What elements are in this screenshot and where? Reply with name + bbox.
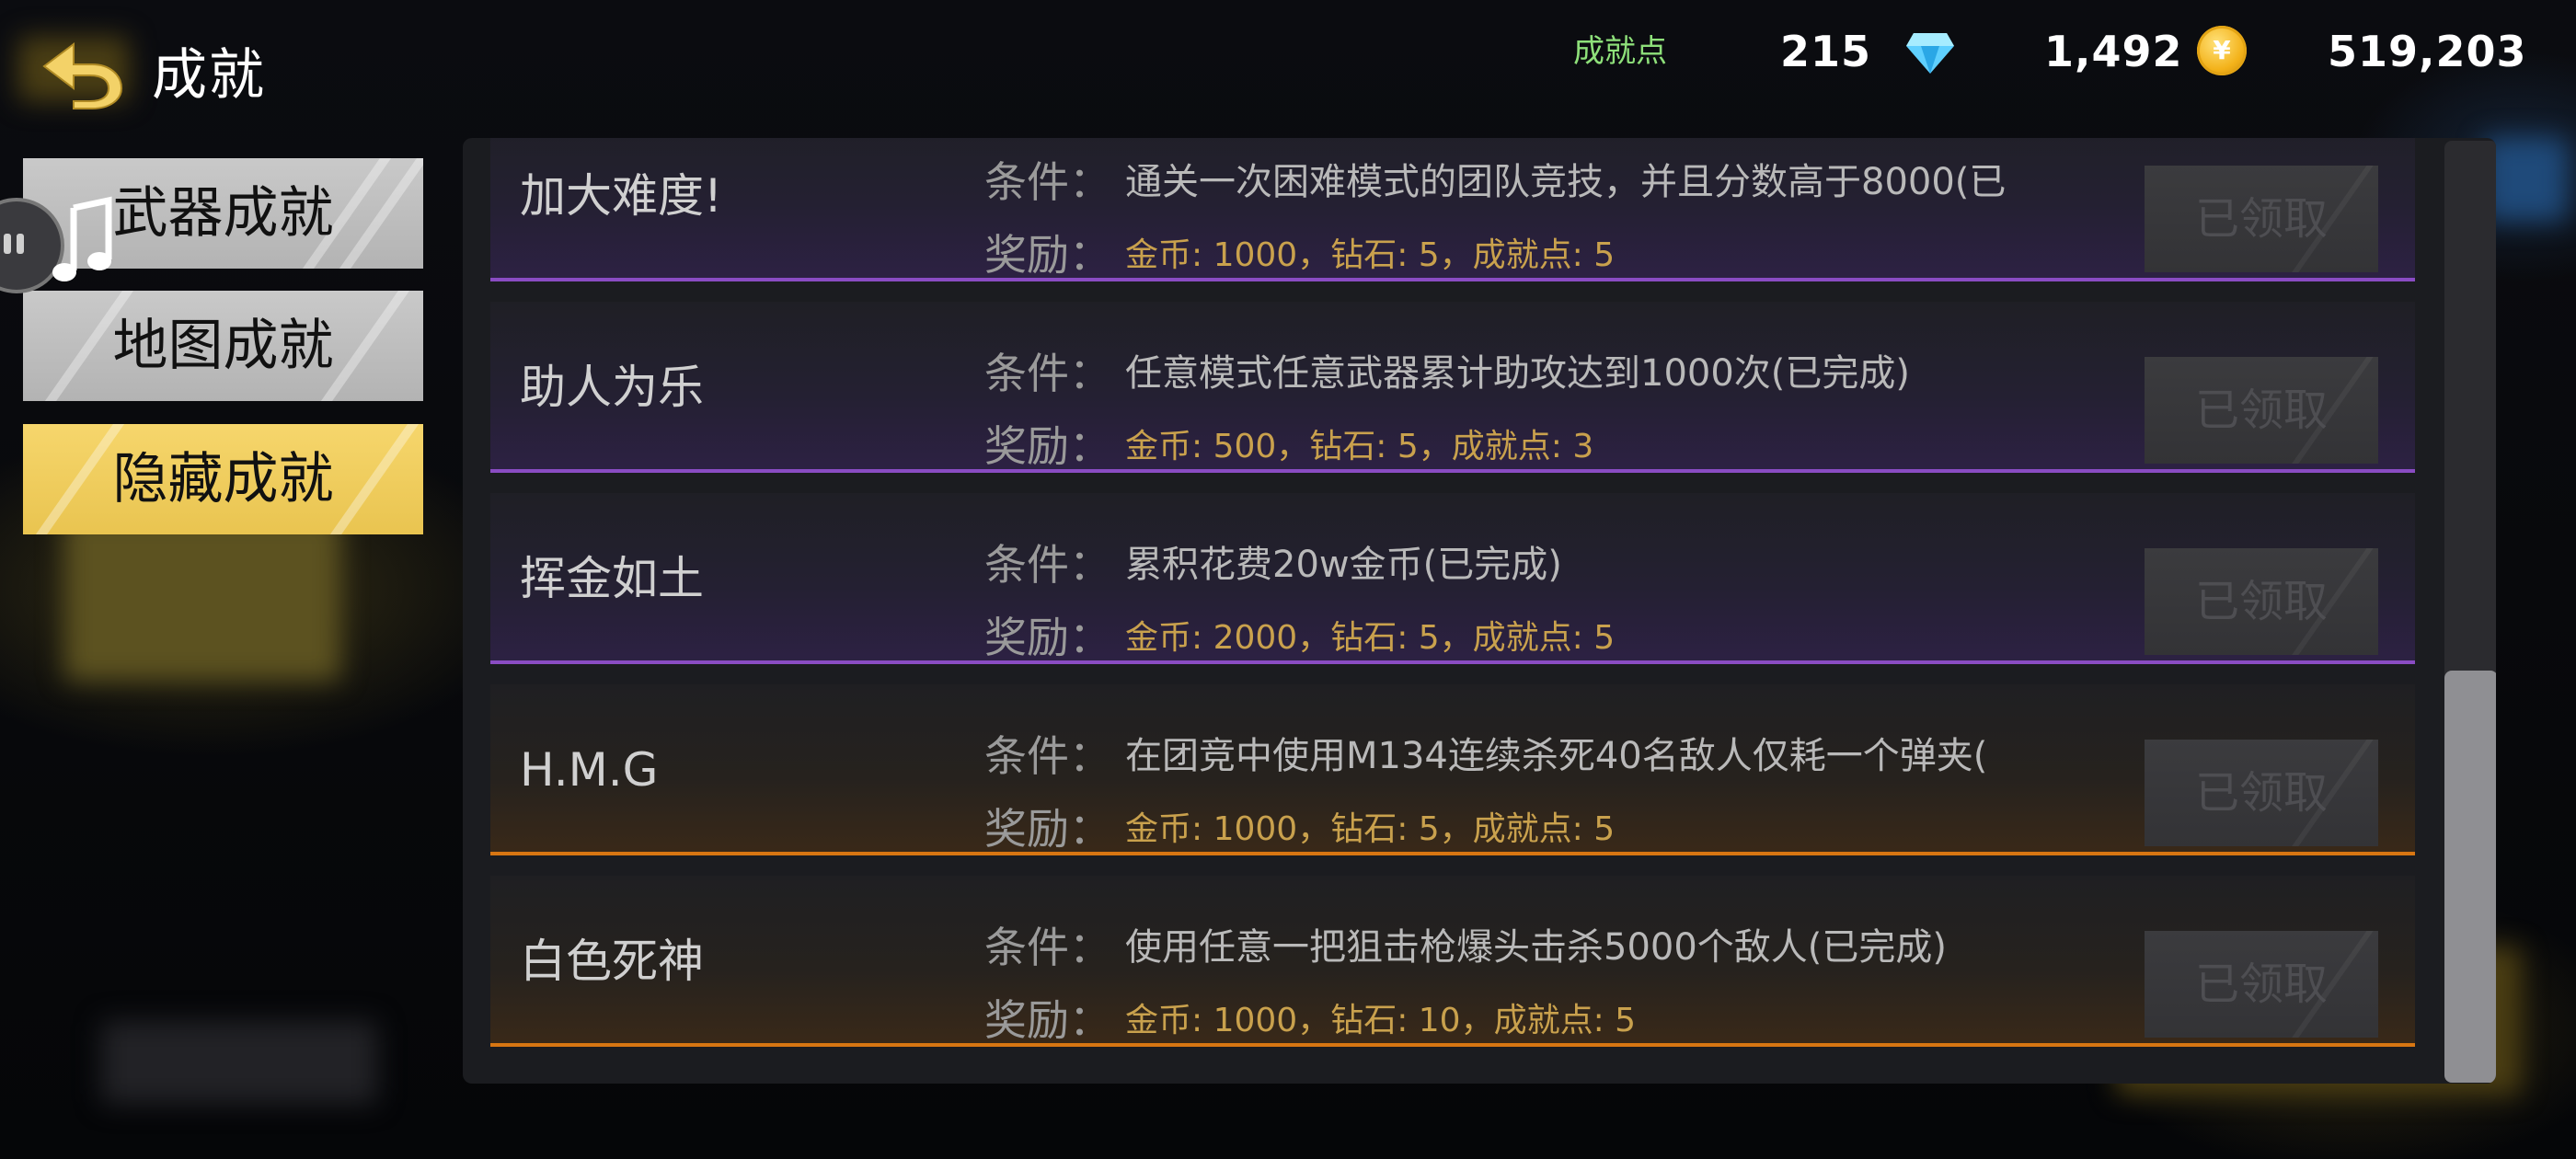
- reward-label: 奖励：: [984, 421, 1111, 471]
- claimed-button[interactable]: 已领取: [2145, 357, 2378, 464]
- achievement-name: 白色死神: [520, 935, 704, 988]
- reward-text: 金币: 1000，钻石: 5，成就点: 5: [1125, 236, 1616, 274]
- claimed-button-label: 已领取: [2194, 767, 2328, 819]
- scrollbar-thumb[interactable]: [2444, 671, 2496, 1083]
- reward-label: 奖励：: [984, 995, 1111, 1045]
- row-divider: [490, 1043, 2415, 1047]
- coin-count: 519,203: [2328, 27, 2527, 76]
- condition-label: 条件：: [984, 540, 1111, 590]
- tab-label: 武器成就: [112, 181, 334, 246]
- condition-label: 条件：: [984, 349, 1111, 398]
- achievement-name: 挥金如土: [520, 552, 704, 605]
- reward-text: 金币: 500，钻石: 5，成就点: 3: [1125, 428, 1594, 465]
- claimed-button-label: 已领取: [2194, 193, 2328, 245]
- reward-text: 金币: 1000，钻石: 5，成就点: 5: [1125, 810, 1616, 848]
- tab-map-achievements[interactable]: 地图成就: [23, 291, 423, 401]
- row-divider: [490, 852, 2415, 855]
- achievement-row: H.M.G 条件： 在团竞中使用M134连续杀死40名敌人仅耗一个弹夹( 奖励：…: [490, 684, 2415, 855]
- achievement-list-panel[interactable]: 加大难度! 条件： 通关一次困难模式的团队竞技，并且分数高于8000(已 奖励：…: [463, 138, 2496, 1084]
- condition-text: 任意模式任意武器累计助攻达到1000次(已完成): [1125, 352, 1911, 395]
- condition-label: 条件：: [984, 923, 1111, 972]
- condition-text: 通关一次困难模式的团队竞技，并且分数高于8000(已: [1125, 161, 2007, 203]
- row-divider: [490, 660, 2415, 664]
- page-title: 成就: [152, 43, 266, 108]
- achievement-list[interactable]: 加大难度! 条件： 通关一次困难模式的团队竞技，并且分数高于8000(已 奖励：…: [490, 138, 2415, 1058]
- achievement-row: 白色死神 条件： 使用任意一把狙击枪爆头击杀5000个敌人(已完成) 奖励： 金…: [490, 876, 2415, 1047]
- achievement-row: 加大难度! 条件： 通关一次困难模式的团队竞技，并且分数高于8000(已 奖励：…: [490, 138, 2415, 281]
- music-note-icon[interactable]: [0, 195, 120, 296]
- achievements-screen: 成就 成就点 215 1,492 ¥ 519,203 武器成就 地图成就 隐藏成…: [0, 0, 2576, 1159]
- back-arrow-icon: [42, 42, 123, 109]
- tab-stripe: [23, 424, 125, 534]
- achievement-name: 加大难度!: [520, 169, 723, 223]
- tab-label: 地图成就: [112, 314, 334, 378]
- claimed-button-label: 已领取: [2194, 958, 2328, 1010]
- claimed-button[interactable]: 已领取: [2145, 548, 2378, 655]
- row-divider: [490, 469, 2415, 473]
- background-blur-left: [64, 515, 340, 681]
- tab-label: 隐藏成就: [112, 447, 334, 511]
- condition-label: 条件：: [984, 157, 1111, 207]
- background-blur-bottom-left: [101, 1021, 377, 1104]
- reward-label: 奖励：: [984, 613, 1111, 662]
- reward-text: 金币: 2000，钻石: 5，成就点: 5: [1125, 619, 1616, 657]
- scrollbar-track[interactable]: [2444, 141, 2496, 1083]
- row-divider: [490, 278, 2415, 281]
- achievement-name: H.M.G: [520, 743, 659, 797]
- condition-label: 条件：: [984, 731, 1111, 781]
- condition-text: 使用任意一把狙击枪爆头击杀5000个敌人(已完成): [1125, 926, 1948, 969]
- reward-text: 金币: 1000，钻石: 10，成就点: 5: [1125, 1002, 1637, 1039]
- achievement-name: 助人为乐: [520, 361, 704, 414]
- condition-text: 在团竞中使用M134连续杀死40名敌人仅耗一个弹夹(: [1125, 735, 1988, 777]
- achievement-row: 挥金如土 条件： 累积花费20w金币(已完成) 奖励： 金币: 2000，钻石:…: [490, 493, 2415, 664]
- claimed-button[interactable]: 已领取: [2145, 166, 2378, 272]
- background-blur-top-right: [2484, 138, 2567, 221]
- diamond-count: 1,492: [2044, 27, 2183, 76]
- achievement-points-value: 215: [1780, 27, 1872, 76]
- tab-hidden-achievements[interactable]: 隐藏成就: [23, 424, 423, 534]
- achievement-points-label: 成就点: [1573, 33, 1667, 70]
- achievement-row: 助人为乐 条件： 任意模式任意武器累计助攻达到1000次(已完成) 奖励： 金币…: [490, 302, 2415, 473]
- claimed-button[interactable]: 已领取: [2145, 931, 2378, 1038]
- condition-text: 累积花费20w金币(已完成): [1125, 544, 1562, 586]
- claimed-button-label: 已领取: [2194, 576, 2328, 627]
- diamond-icon: [1906, 33, 1954, 74]
- back-button[interactable]: [37, 37, 129, 110]
- reward-label: 奖励：: [984, 230, 1111, 280]
- coin-icon: ¥: [2197, 26, 2247, 75]
- claimed-button-label: 已领取: [2194, 384, 2328, 436]
- claimed-button[interactable]: 已领取: [2145, 740, 2378, 846]
- reward-label: 奖励：: [984, 804, 1111, 854]
